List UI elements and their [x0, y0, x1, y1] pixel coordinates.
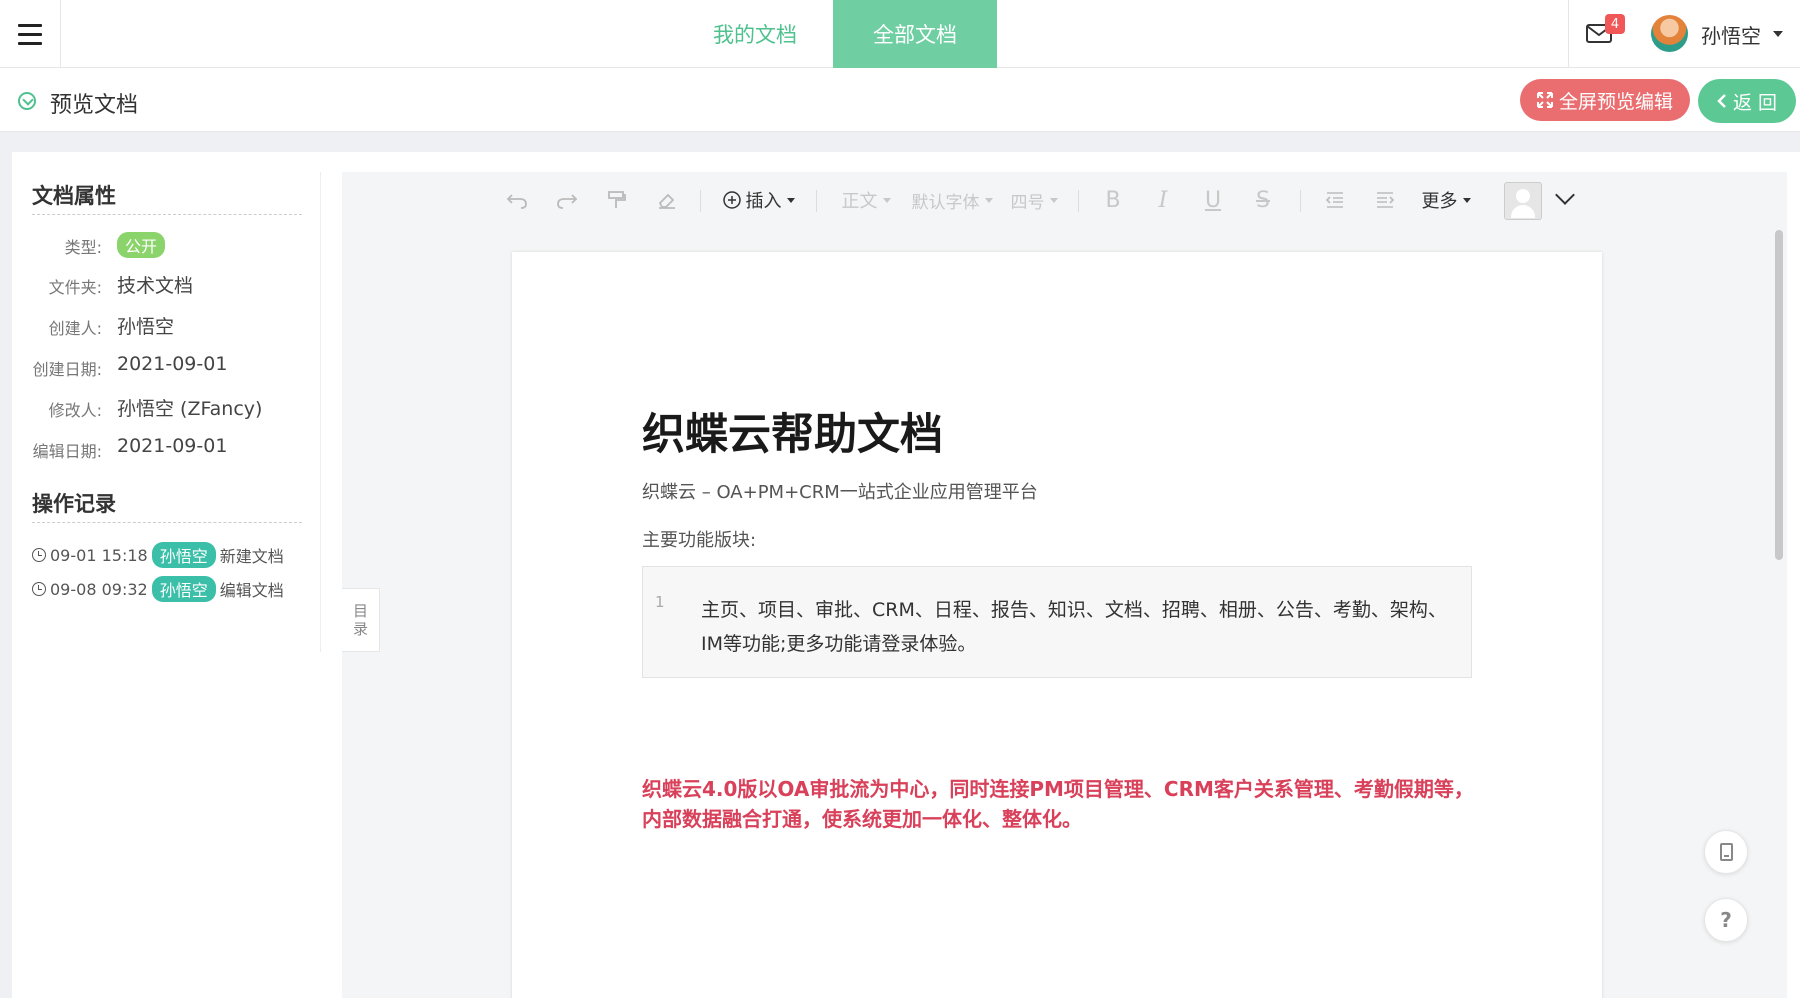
insert-label: 插入 [745, 191, 782, 212]
property-label: 创建人: [48, 319, 102, 338]
clock-icon [32, 582, 46, 596]
indent-icon[interactable] [1370, 186, 1400, 214]
divider [32, 214, 302, 215]
line-number: 1 [655, 593, 665, 611]
insert-dropdown[interactable]: 插入 [720, 186, 796, 214]
redo-icon[interactable] [552, 186, 582, 214]
more-label: 更多 [1421, 191, 1458, 212]
expand-icon [1536, 92, 1553, 108]
highlight-paragraph[interactable]: 织蝶云4.0版以OA审批流为中心，同时连接PM项目管理、CRM客户关系管理、考勤… [642, 774, 1482, 834]
mail-count-badge: 4 [1605, 14, 1625, 34]
underline-button[interactable]: U [1198, 186, 1228, 214]
log-time: 09-08 09:32 [50, 579, 148, 599]
document-page[interactable]: 织蝶云帮助文档 织蝶云 – OA+PM+CRM一站式企业应用管理平台 主要功能版… [512, 252, 1602, 998]
divider [320, 172, 321, 652]
chevron-down-icon[interactable] [1555, 185, 1575, 205]
document-subtitle[interactable]: 织蝶云 – OA+PM+CRM一站式企业应用管理平台 [642, 478, 1038, 504]
document-section-label[interactable]: 主要功能版块: [642, 526, 756, 552]
property-value: 2021-09-01 [117, 435, 228, 457]
property-value: 技术文档 [117, 275, 194, 297]
log-time: 09-01 15:18 [50, 545, 148, 565]
tab-all-documents[interactable]: 全部文档 [833, 0, 997, 68]
editor: 插入 正文 默认字体 四号 B I U S 更多 目 录 织蝶云帮助文档 织蝶云… [342, 172, 1787, 998]
tab-my-documents[interactable]: 我的文档 [675, 0, 835, 68]
code-text[interactable]: 主页、项目、审批、CRM、日程、报告、知识、文档、招聘、相册、公告、考勤、架构、… [701, 593, 1461, 661]
paragraph-style-dropdown[interactable]: 正文 [836, 186, 896, 214]
property-edited-date: 编辑日期: 2021-09-01 [12, 434, 312, 462]
chevron-left-icon [1717, 94, 1726, 108]
eraser-icon[interactable] [652, 186, 682, 214]
undo-icon[interactable] [502, 186, 532, 214]
fullscreen-edit-label: 全屏预览编辑 [1558, 90, 1673, 113]
fullscreen-edit-button[interactable]: 全屏预览编辑 [1520, 79, 1690, 121]
divider [816, 190, 817, 212]
property-value: 孙悟空 [117, 316, 175, 338]
editor-toolbar: 插入 正文 默认字体 四号 B I U S 更多 [342, 172, 1787, 228]
property-modifier: 修改人: 孙悟空 (ZFancy) [12, 393, 312, 421]
strikethrough-button[interactable]: S [1248, 186, 1278, 214]
main-panel: 文档属性 类型: 公开 文件夹: 技术文档 创建人: 孙悟空 创建日期: 202… [12, 152, 1800, 998]
plus-circle-icon [722, 191, 741, 209]
divider [32, 522, 302, 523]
font-family-dropdown[interactable]: 默认字体 [904, 186, 1000, 214]
log-user-badge: 孙悟空 [151, 542, 216, 568]
divider [1300, 190, 1301, 212]
property-value: 孙悟空 (ZFancy) [117, 398, 263, 420]
property-label: 修改人: [48, 401, 102, 420]
clock-icon [32, 548, 46, 562]
font-size-dropdown[interactable]: 四号 [1006, 186, 1062, 214]
user-name[interactable]: 孙悟空 [1701, 20, 1761, 49]
toc-toggle[interactable]: 目 录 [342, 588, 380, 652]
log-entry: 09-08 09:32 孙悟空 编辑文档 [32, 576, 284, 602]
divider [1078, 190, 1079, 212]
font-size-label: 四号 [1010, 192, 1045, 213]
toc-label: 录 [352, 620, 368, 638]
properties-title: 文档属性 [32, 184, 116, 208]
page-subheader: 预览文档 全屏预览编辑 返 回 [0, 68, 1800, 132]
top-navbar: 我的文档 全部文档 4 孙悟空 [0, 0, 1800, 68]
document-title[interactable]: 织蝶云帮助文档 [642, 400, 943, 462]
menu-icon[interactable] [0, 0, 61, 68]
more-dropdown[interactable]: 更多 [1414, 186, 1478, 214]
status-badge: 公开 [117, 232, 166, 258]
property-label: 编辑日期: [32, 442, 102, 461]
log-action: 编辑文档 [219, 581, 284, 600]
code-block[interactable]: 1 主页、项目、审批、CRM、日程、报告、知识、文档、招聘、相册、公告、考勤、架… [642, 566, 1472, 678]
property-label: 文件夹: [48, 278, 102, 297]
divider [700, 190, 701, 212]
log-user-badge: 孙悟空 [151, 576, 216, 602]
property-value: 2021-09-01 [117, 353, 228, 375]
back-label: 返 回 [1732, 91, 1778, 114]
log-entry: 09-01 15:18 孙悟空 新建文档 [32, 542, 284, 568]
bold-button[interactable]: B [1098, 186, 1128, 214]
property-type: 类型: 公开 [12, 230, 312, 258]
help-button[interactable]: ? [1704, 898, 1748, 942]
italic-button[interactable]: I [1148, 186, 1178, 214]
paragraph-style-label: 正文 [841, 191, 878, 212]
property-label: 类型: [64, 238, 102, 257]
avatar[interactable] [1651, 15, 1688, 52]
property-creator: 创建人: 孙悟空 [12, 311, 312, 339]
scrollbar[interactable] [1775, 230, 1783, 560]
property-created-date: 创建日期: 2021-09-01 [12, 352, 312, 380]
page-title: 预览文档 [50, 93, 139, 118]
chevron-down-icon[interactable] [1773, 31, 1783, 37]
phone-icon [1719, 843, 1733, 861]
divider [1568, 0, 1569, 68]
property-label: 创建日期: [32, 360, 102, 379]
log-title: 操作记录 [32, 492, 116, 516]
download-circle-icon [18, 92, 36, 110]
collaborator-avatar[interactable] [1504, 182, 1542, 220]
font-family-label: 默认字体 [911, 192, 980, 213]
log-action: 新建文档 [219, 547, 284, 566]
outdent-icon[interactable] [1320, 186, 1350, 214]
back-button[interactable]: 返 回 [1698, 79, 1796, 123]
format-painter-icon[interactable] [602, 186, 632, 214]
property-folder: 文件夹: 技术文档 [12, 270, 312, 298]
mobile-preview-button[interactable] [1704, 830, 1748, 874]
toc-label: 目 [352, 602, 368, 620]
